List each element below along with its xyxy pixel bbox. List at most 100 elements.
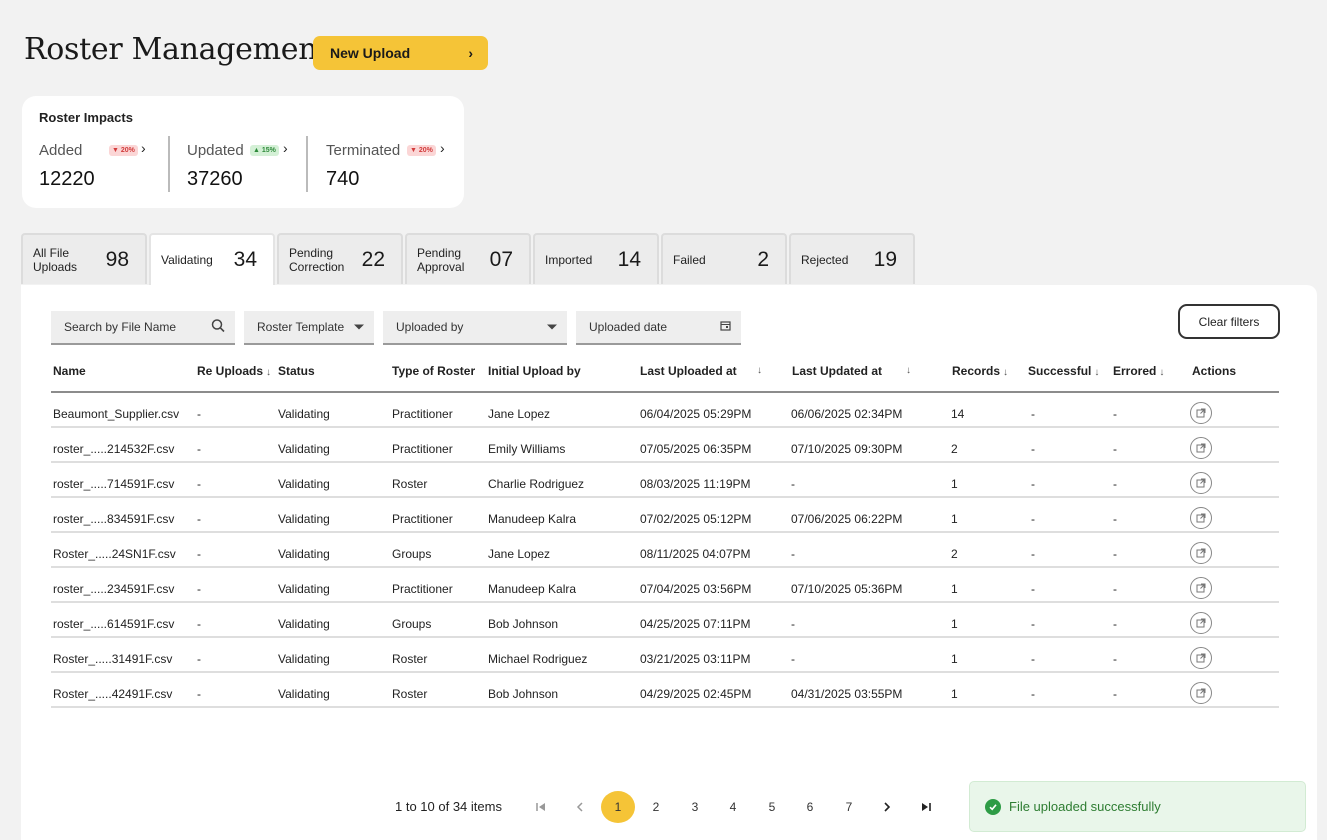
open-external-icon[interactable] — [1190, 437, 1212, 459]
tab-all-file-uploads[interactable]: All File Uploads 98 — [21, 233, 147, 284]
uploaded-date-picker[interactable]: Uploaded date — [576, 311, 741, 345]
tab-imported[interactable]: Imported 14 — [533, 233, 659, 284]
cell-re-uploads: - — [197, 547, 201, 561]
tab-validating[interactable]: Validating 34 — [149, 233, 275, 285]
metric-expand-chevron-icon[interactable]: › — [440, 140, 445, 156]
column-header-type-of-roster[interactable]: Type of Roster — [392, 364, 475, 378]
open-external-icon[interactable] — [1190, 647, 1212, 669]
column-header-records[interactable]: Records ↓ — [952, 364, 1008, 378]
search-input[interactable]: Search by File Name — [51, 311, 235, 345]
chevron-right-icon: › — [468, 45, 473, 61]
cell-initial-upload-by: Michael Rodriguez — [488, 652, 588, 666]
cell-records: 2 — [951, 442, 958, 456]
column-header-successful[interactable]: Successful ↓ — [1028, 364, 1099, 378]
page-1-button[interactable]: 1 — [601, 791, 635, 823]
cell-last-uploaded-at: 07/02/2025 05:12PM — [640, 512, 752, 526]
cell-type: Groups — [392, 617, 432, 631]
cell-re-uploads: - — [197, 687, 201, 701]
column-header-last-uploaded-at[interactable]: Last Uploaded at — [640, 364, 737, 378]
open-external-icon[interactable] — [1190, 577, 1212, 599]
cell-re-uploads: - — [197, 617, 201, 631]
sort-arrow-icon: ↓ — [1159, 367, 1165, 378]
sort-arrow-icon[interactable]: ↓ — [757, 365, 762, 376]
table-row: roster_.....714591F.csv - Validating Roster… — [51, 463, 1279, 498]
page-3-button[interactable]: 3 — [678, 791, 712, 823]
chevron-down-icon — [354, 324, 364, 330]
column-header-status[interactable]: Status — [278, 364, 315, 378]
cell-last-updated-at: - — [791, 477, 795, 491]
cell-status: Validating — [278, 652, 330, 666]
cell-errored: - — [1113, 582, 1117, 596]
cell-status: Validating — [278, 687, 330, 701]
tab-pending-correction[interactable]: Pending Correction 22 — [277, 233, 403, 284]
open-external-icon[interactable] — [1190, 402, 1212, 424]
tab-failed[interactable]: Failed 2 — [661, 233, 787, 284]
cell-records: 2 — [951, 547, 958, 561]
check-circle-icon — [985, 798, 1001, 815]
page-6-button[interactable]: 6 — [793, 791, 827, 823]
cell-initial-upload-by: Jane Lopez — [488, 407, 551, 421]
clear-filters-button[interactable]: Clear filters — [1178, 304, 1280, 339]
tab-rejected[interactable]: Rejected 19 — [789, 233, 915, 284]
open-external-icon[interactable] — [1190, 507, 1212, 529]
column-header-initial-upload-by[interactable]: Initial Upload by — [488, 364, 581, 378]
new-upload-button[interactable]: New Upload › — [313, 36, 488, 70]
cell-initial-upload-by: Bob Johnson — [488, 687, 559, 701]
cell-records: 1 — [951, 582, 958, 596]
last-page-icon[interactable] — [909, 791, 943, 823]
next-page-icon[interactable] — [870, 791, 904, 823]
uploaded-by-select[interactable]: Uploaded by — [383, 311, 567, 345]
cell-initial-upload-by: Manudeep Kalra — [488, 582, 577, 596]
metric-label: Added — [39, 142, 83, 159]
cell-last-updated-at: 07/06/2025 06:22PM — [791, 512, 903, 526]
open-external-icon[interactable] — [1190, 612, 1212, 634]
column-header-re-uploads[interactable]: Re Uploads ↓ — [197, 364, 271, 378]
sort-arrow-icon[interactable]: ↓ — [906, 365, 911, 376]
tab-count: 2 — [757, 247, 769, 271]
cell-errored: - — [1113, 547, 1117, 561]
open-external-icon[interactable] — [1190, 682, 1212, 704]
column-header-actions: Actions — [1192, 364, 1237, 378]
cell-name: roster_.....714591F.csv — [53, 477, 175, 491]
tab-pending-approval[interactable]: Pending Approval 07 — [405, 233, 531, 284]
column-header-errored[interactable]: Errored ↓ — [1113, 364, 1164, 378]
metric-label: Updated — [187, 142, 244, 159]
column-header-label: Errored — [1113, 364, 1157, 378]
cell-successful: - — [1031, 652, 1035, 666]
cell-errored: - — [1113, 652, 1117, 666]
cell-last-uploaded-at: 07/04/2025 03:56PM — [640, 582, 752, 596]
cell-errored: - — [1113, 512, 1117, 526]
sort-arrow-icon: ↓ — [266, 367, 272, 378]
column-header-label: Re Uploads — [197, 364, 264, 378]
tab-label: Failed — [673, 252, 706, 267]
cell-type: Practitioner — [392, 407, 453, 421]
uploaded-date-label: Uploaded date — [589, 320, 668, 334]
cell-re-uploads: - — [197, 442, 201, 456]
column-header-last-updated-at[interactable]: Last Updated at — [792, 364, 882, 378]
cell-re-uploads: - — [197, 407, 201, 421]
page-4-button[interactable]: 4 — [716, 791, 750, 823]
first-page-icon[interactable] — [524, 791, 558, 823]
roster-template-select[interactable]: Roster Template — [244, 311, 374, 345]
cell-status: Validating — [278, 617, 330, 631]
cell-last-updated-at: - — [791, 652, 795, 666]
calendar-icon — [720, 320, 731, 334]
divider — [306, 136, 308, 192]
open-external-icon[interactable] — [1190, 472, 1212, 494]
cell-status: Validating — [278, 582, 330, 596]
trend-badge: ▲ 15% — [250, 145, 279, 156]
metric-expand-chevron-icon[interactable]: › — [283, 140, 288, 156]
page-7-button[interactable]: 7 — [832, 791, 866, 823]
column-header-name[interactable]: Name — [53, 364, 86, 378]
previous-page-icon[interactable] — [563, 791, 597, 823]
trend-badge: ▼ 20% — [109, 145, 138, 156]
cell-name: Roster_.....42491F.csv — [53, 687, 173, 701]
metric-label: Terminated — [326, 142, 401, 159]
cell-type: Roster — [392, 477, 428, 491]
page-2-button[interactable]: 2 — [639, 791, 673, 823]
column-header-label: Successful — [1028, 364, 1092, 378]
open-external-icon[interactable] — [1190, 542, 1212, 564]
cell-name: roster_.....614591F.csv — [53, 617, 175, 631]
page-5-button[interactable]: 5 — [755, 791, 789, 823]
metric-expand-chevron-icon[interactable]: › — [141, 140, 146, 156]
